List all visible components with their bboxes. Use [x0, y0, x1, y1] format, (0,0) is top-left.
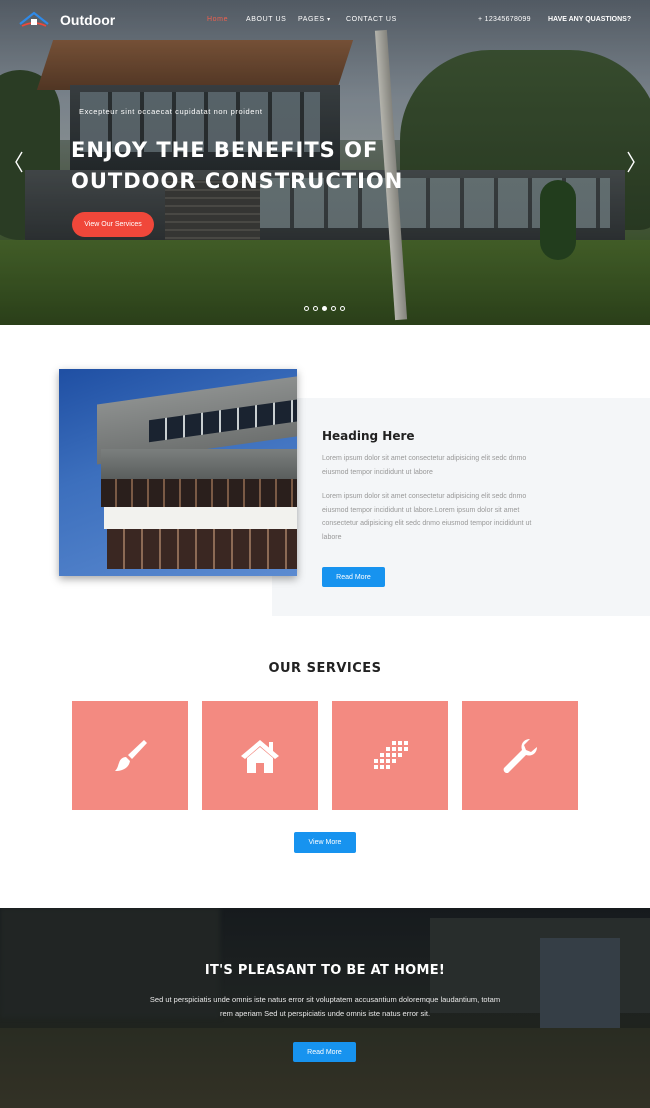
view-more-button[interactable]: View More: [294, 832, 356, 853]
slider-dot[interactable]: [313, 306, 318, 311]
banner-read-more-button[interactable]: Read More: [293, 1042, 356, 1062]
slider-dot[interactable]: [331, 306, 336, 311]
nav-link-home[interactable]: Home: [207, 16, 228, 23]
about-paragraph-2: Lorem ipsum dolor sit amet consectetur a…: [322, 493, 532, 541]
hero-title: ENJOY THE BENEFITS OF OUTDOOR CONSTRUCTI…: [71, 138, 404, 193]
service-card-home[interactable]: [202, 701, 318, 810]
services-title: OUR SERVICES: [268, 661, 382, 676]
brush-icon: [115, 739, 147, 771]
top-nav: Outdoor Home ABOUT US PAGES ▾ CONTACT US…: [0, 0, 650, 40]
banner-title: IT'S PLEASANT TO BE AT HOME!: [204, 963, 446, 978]
building-glass-band: [101, 479, 297, 507]
about-paragraph-1: Lorem ipsum dolor sit amet consectetur a…: [322, 455, 527, 476]
banner-text: Sed ut perspiciatis unde omnis iste natu…: [149, 995, 501, 1018]
service-card-pixels[interactable]: [332, 701, 448, 810]
building-mid-block: [101, 449, 297, 479]
nav-questions[interactable]: HAVE ANY QUASTIONS?: [548, 16, 631, 23]
pixels-icon: [374, 740, 408, 769]
chevron-right-icon[interactable]: [626, 150, 636, 174]
about-heading: Heading Here: [322, 429, 415, 443]
building-lower-glass: [107, 529, 297, 569]
building-photo: [59, 369, 297, 576]
wrench-icon: [503, 738, 537, 773]
chevron-left-icon[interactable]: [14, 150, 24, 174]
read-more-button[interactable]: Read More: [322, 567, 385, 587]
slider-dots: [304, 306, 345, 311]
brand-logo-text[interactable]: Outdoor: [60, 12, 115, 28]
caret-down-icon: ▾: [327, 17, 331, 23]
nav-phone[interactable]: + 12345678099: [478, 16, 531, 23]
home-icon: [241, 739, 279, 773]
view-services-button[interactable]: View Our Services: [72, 212, 154, 237]
service-card-repair[interactable]: [462, 701, 578, 810]
slider-dot-active[interactable]: [322, 306, 327, 311]
service-card-painting[interactable]: [72, 701, 188, 810]
slider-dot[interactable]: [304, 306, 309, 311]
slider-dot[interactable]: [340, 306, 345, 311]
building-white-band: [104, 507, 297, 529]
nav-link-pages-label: PAGES: [298, 16, 325, 23]
nav-link-about[interactable]: ABOUT US: [246, 16, 286, 23]
hero-subtitle: Excepteur sint occaecat cupidatat non pr…: [79, 107, 263, 116]
nav-link-contact[interactable]: CONTACT US: [346, 16, 397, 23]
nav-link-pages[interactable]: PAGES ▾: [298, 16, 331, 23]
house-logo-icon[interactable]: [18, 10, 50, 30]
